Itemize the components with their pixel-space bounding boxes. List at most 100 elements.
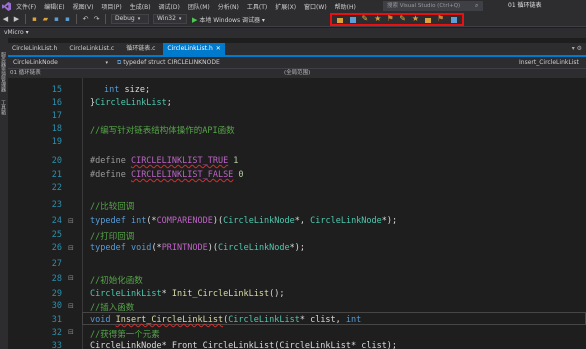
type-dropdown[interactable]: CircleLinkNode ▾ <box>10 58 110 68</box>
menu-team[interactable]: 团队(M) <box>184 2 214 11</box>
code-token: )( <box>207 243 218 253</box>
forward-icon[interactable]: ▶ <box>12 15 21 24</box>
tab-label: CircleLinkList.h <box>12 45 58 52</box>
project-scope-bar: 01 循环链表 (全局范围) <box>8 69 586 78</box>
code-comment: //插入函数 <box>90 303 135 313</box>
code-token: void <box>130 243 152 253</box>
config-select[interactable]: Debug ▾ <box>111 14 149 24</box>
close-icon[interactable]: ✕ <box>216 43 221 55</box>
tab-main-c[interactable]: 循环链表.c <box>122 43 159 55</box>
document-tabs: CircleLinkList.h CircleLinkList.c 循环链表.c… <box>8 43 586 55</box>
window-icon[interactable] <box>450 16 458 24</box>
code-token: *); <box>289 243 306 253</box>
edit-icon[interactable] <box>361 14 369 24</box>
member-dropdown-value: typedef struct CIRCLELINKNODE <box>123 59 220 66</box>
outline-guide <box>82 78 83 349</box>
function-dropdown[interactable]: Insert_CircleLinkList <box>516 58 586 68</box>
menu-edit[interactable]: 编辑(E) <box>40 2 68 11</box>
type-dropdown-value: CircleLinkNode <box>13 59 58 66</box>
menu-project[interactable]: 项目(P) <box>97 2 125 11</box>
platform-select[interactable]: Win32 ▾ <box>153 14 187 24</box>
code-token: 1 <box>228 156 239 166</box>
collapse-icon[interactable]: ⊟ <box>68 217 74 225</box>
tab-circlelinklist-c[interactable]: CircleLinkList.c <box>65 43 118 55</box>
code-line: }CircleLinkList; <box>90 98 172 108</box>
line-number: 22 <box>51 183 62 193</box>
config-select-value: Debug <box>115 15 135 22</box>
folder-icon[interactable] <box>424 16 432 24</box>
save-all-icon[interactable]: ▪ <box>63 15 72 24</box>
window-icon[interactable] <box>349 16 357 24</box>
play-icon: ▶ <box>192 15 198 24</box>
menu-debug[interactable]: 调试(D) <box>155 2 184 11</box>
menu-tools[interactable]: 工具(T) <box>243 2 271 11</box>
menu-window[interactable]: 窗口(W) <box>300 2 331 11</box>
vmicro-bar[interactable]: vMicro ▾ <box>0 28 586 38</box>
collapse-icon[interactable]: ⊟ <box>68 302 74 310</box>
server-explorer-tab[interactable]: 服务器资源管理器 <box>0 52 7 92</box>
project-dropdown[interactable]: 01 循环链表 <box>10 69 41 78</box>
code-token: * clist, <box>299 315 346 325</box>
code-line: #define CIRCLELINKLIST_FALSE 0 <box>90 170 244 180</box>
chevron-down-icon: ▾ <box>137 16 141 22</box>
tab-circlelinklist-h[interactable]: CircleLinkList.h <box>8 43 61 55</box>
code-token: COMPARENODE <box>156 216 213 226</box>
search-input[interactable]: 搜索 Visual Studio (Ctrl+Q) <box>383 1 483 11</box>
member-dropdown[interactable]: ⧉ typedef struct CIRCLELINKNODE <box>114 58 374 68</box>
save-icon[interactable]: ▪ <box>52 15 61 24</box>
collapse-icon[interactable]: ⊟ <box>68 328 74 336</box>
code-token: CircleLinkList <box>95 98 167 108</box>
collapse-icon[interactable]: ⊟ <box>68 244 74 252</box>
line-number: 33 <box>51 341 62 349</box>
undo-icon[interactable]: ↶ <box>81 15 90 24</box>
menu-analyze[interactable]: 分析(N) <box>214 2 243 11</box>
line-number: 24 <box>51 216 62 226</box>
code-token: )( <box>212 216 224 226</box>
code-editor[interactable]: 15 16 17 18 19 20 21 22 23 24 25 26 27 2… <box>8 78 586 349</box>
scope-dropdown[interactable]: (全局范围) <box>284 69 310 78</box>
code-token: *, <box>294 216 311 226</box>
code-token: CIRCLELINKLIST_TRUE <box>130 156 229 166</box>
folder-icon[interactable] <box>336 16 344 24</box>
line-number: 29 <box>51 289 62 299</box>
line-number: 18 <box>51 124 62 134</box>
line-number: 20 <box>51 156 62 166</box>
edit-icon[interactable] <box>399 14 407 24</box>
search-icon[interactable]: ⌕ <box>475 2 478 10</box>
code-token: CircleLinkNode <box>310 216 382 226</box>
new-project-icon[interactable]: ▪ <box>30 15 39 24</box>
menu-help[interactable]: 帮助(H) <box>331 2 360 11</box>
flag-icon[interactable] <box>387 14 395 24</box>
tab-label: CircleLinkList.h <box>167 45 213 52</box>
code-comment: //打印回调 <box>90 232 135 242</box>
code-line: CircleLinkNode* Front_CircleLinkList(Cir… <box>90 341 398 349</box>
star-icon[interactable] <box>374 14 382 24</box>
line-number: 26 <box>51 243 62 253</box>
star-icon[interactable] <box>412 14 420 24</box>
line-number: 15 <box>51 85 62 95</box>
code-comment: //初始化函数 <box>90 276 143 286</box>
code-line: typedef void(*PRINTNODE)(CircleLinkNode*… <box>90 243 305 253</box>
menu-build[interactable]: 生成(B) <box>126 2 155 11</box>
function-dropdown-value: Insert_CircleLinkList <box>519 59 579 66</box>
redo-icon[interactable]: ↷ <box>92 15 101 24</box>
run-debugger-button[interactable]: ▶ 本地 Windows 调试器 ▾ <box>192 15 265 24</box>
tab-active-circlelinklist-h[interactable]: CircleLinkList.h ✕ <box>163 43 225 55</box>
menu-view[interactable]: 视图(V) <box>69 2 98 11</box>
code-token: (); <box>269 289 285 299</box>
back-icon[interactable]: ◀ <box>1 15 10 24</box>
code-token: void <box>90 315 116 325</box>
menu-file[interactable]: 文件(F) <box>12 2 40 11</box>
collapse-icon[interactable]: ⊟ <box>68 274 74 282</box>
code-token: Init_CircleLinkList <box>171 289 270 299</box>
tab-list-dropdown-icon[interactable]: ▾ ⚙ <box>572 43 582 55</box>
code-token: CircleLinkList <box>228 315 300 325</box>
open-icon[interactable]: ▰ <box>41 15 50 24</box>
line-number: 32 <box>51 328 62 338</box>
toolbar-separator <box>25 14 26 24</box>
code-token: CIRCLELINKLIST_FALSE <box>130 170 234 180</box>
toolbox-tab[interactable]: 工具箱 <box>0 100 7 115</box>
flag-icon[interactable] <box>437 14 445 24</box>
code-token: size; <box>119 85 151 95</box>
menu-extensions[interactable]: 扩展(X) <box>271 2 300 11</box>
